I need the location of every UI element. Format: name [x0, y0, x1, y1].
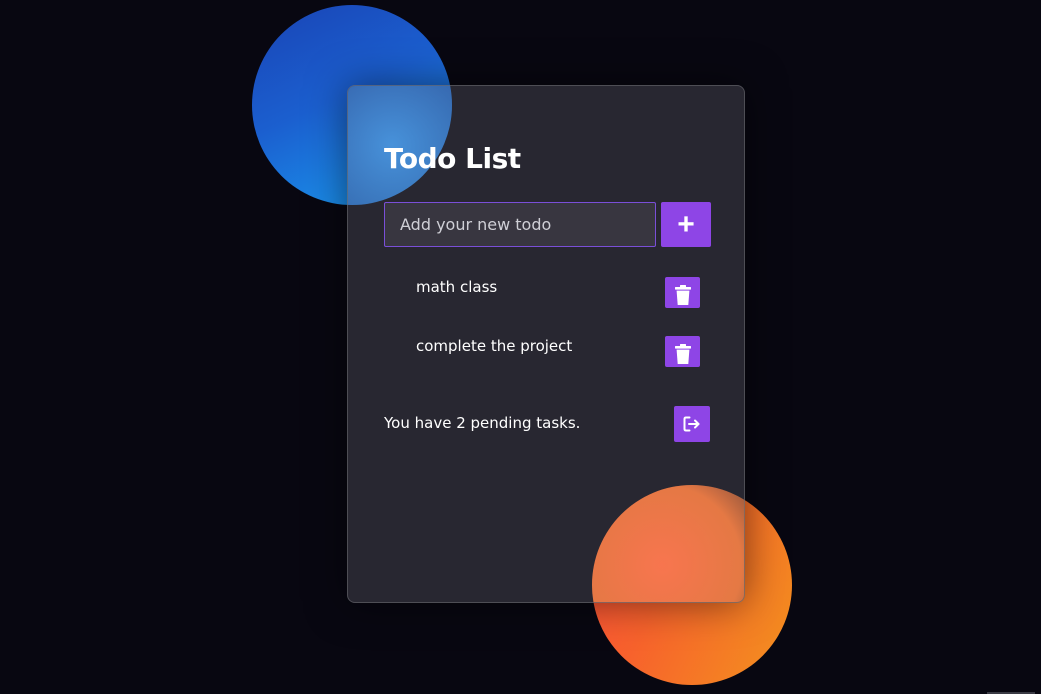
plus-icon: + [677, 208, 695, 241]
todo-card: Todo List + math class complete the proj… [347, 85, 745, 603]
trash-icon [674, 284, 691, 305]
todo-text: complete the project [416, 337, 573, 355]
new-todo-input[interactable] [384, 202, 656, 247]
todo-list: math class complete the project [384, 276, 714, 394]
logout-icon [683, 416, 700, 432]
delete-todo-button[interactable] [665, 277, 700, 308]
logout-button[interactable] [674, 406, 710, 442]
footer: You have 2 pending tasks. [384, 406, 711, 442]
todo-text: math class [416, 278, 498, 296]
card-glow-orange [592, 485, 744, 602]
list-item: complete the project [384, 335, 714, 394]
page-title: Todo List [384, 142, 521, 175]
add-todo-button[interactable]: + [661, 202, 711, 247]
app-stage: Todo List + math class complete the proj… [0, 0, 1041, 694]
pending-count-text: You have 2 pending tasks. [384, 414, 581, 432]
trash-icon [674, 343, 691, 364]
delete-todo-button[interactable] [665, 336, 700, 367]
list-item: math class [384, 276, 714, 335]
